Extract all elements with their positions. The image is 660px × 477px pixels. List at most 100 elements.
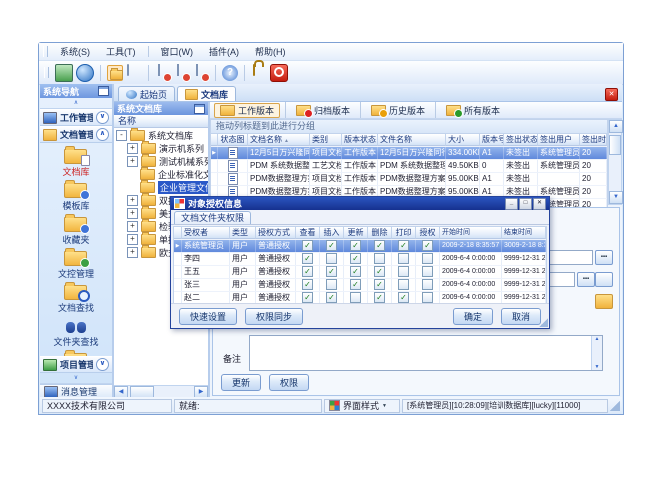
- grant-permission-checkbox[interactable]: ✓: [422, 240, 433, 251]
- nav-scroll-up[interactable]: ∧: [40, 98, 112, 109]
- view-permission-checkbox[interactable]: ✓: [302, 266, 313, 277]
- col-file-name[interactable]: 文件名称: [378, 134, 446, 146]
- col-checkout-time[interactable]: 签出时间: [580, 134, 607, 146]
- permission-button[interactable]: 权限: [269, 374, 309, 391]
- col-version-state[interactable]: 版本状态: [342, 134, 378, 146]
- scroll-down-icon[interactable]: ▼: [609, 191, 623, 204]
- toolbar-grip[interactable]: [44, 67, 49, 78]
- document-row-selected[interactable]: ▶ 12月5日万兴隆同行...项目文档 工作版本12月5日万兴隆同行... 33…: [211, 147, 607, 160]
- help-icon[interactable]: ?: [222, 65, 238, 81]
- view-permission-checkbox[interactable]: ✓: [302, 253, 313, 264]
- expand-icon[interactable]: +: [127, 234, 138, 245]
- document-action-icon-2[interactable]: [174, 65, 190, 81]
- print-permission-checkbox[interactable]: ✓: [398, 292, 409, 303]
- delete-permission-checkbox[interactable]: [374, 253, 385, 264]
- col-grant[interactable]: 授权: [416, 227, 440, 239]
- grant-permission-checkbox[interactable]: [422, 279, 433, 290]
- grant-permission-checkbox[interactable]: [422, 292, 433, 303]
- nav-item-doc-control[interactable]: 文控管理: [58, 249, 94, 280]
- open-folder-icon[interactable]: [107, 65, 123, 81]
- col-delete[interactable]: 删除: [368, 227, 392, 239]
- all-version-button[interactable]: 所有版本: [441, 104, 505, 117]
- ellipsis-button[interactable]: ▪▪▪: [595, 250, 613, 265]
- document-action-icon-1[interactable]: [155, 65, 171, 81]
- textarea-scrollbar[interactable]: ▲ ▼: [591, 336, 602, 370]
- update-button[interactable]: 更新: [221, 374, 261, 391]
- nav-tab-messages[interactable]: 消息管理: [40, 384, 112, 398]
- update-permission-checkbox[interactable]: ✓: [350, 240, 361, 251]
- nav-item-doc-search[interactable]: 文档查找: [58, 283, 94, 314]
- tree-item[interactable]: + 测试机械系列: [114, 155, 208, 168]
- col-version-no[interactable]: 版本号: [480, 134, 504, 146]
- expand-icon[interactable]: +: [127, 156, 138, 167]
- col-checkout-user[interactable]: 签出用户: [538, 134, 580, 146]
- print-permission-checkbox[interactable]: ✓: [398, 240, 409, 251]
- insert-permission-checkbox[interactable]: [326, 253, 337, 264]
- expand-icon[interactable]: +: [127, 247, 138, 258]
- tab-doc-library[interactable]: 文档库: [177, 86, 236, 101]
- ui-style-selector[interactable]: 界面样式 ▼: [324, 399, 400, 413]
- view-permission-checkbox[interactable]: ✓: [302, 240, 313, 251]
- menubar-grip[interactable]: [43, 46, 48, 57]
- col-checkout-state[interactable]: 签出状态: [504, 134, 538, 146]
- card-view-icon[interactable]: [126, 65, 142, 81]
- col-size[interactable]: 大小: [446, 134, 480, 146]
- scroll-up-icon[interactable]: ▲: [609, 120, 623, 133]
- nav-scroll-down[interactable]: ∨: [40, 373, 112, 384]
- history-version-button[interactable]: 历史版本: [366, 104, 430, 117]
- col-status[interactable]: 状态图: [218, 134, 248, 146]
- expand-icon[interactable]: +: [127, 208, 138, 219]
- delete-permission-checkbox[interactable]: ✓: [374, 266, 385, 277]
- print-permission-checkbox[interactable]: [398, 266, 409, 277]
- print-permission-checkbox[interactable]: [398, 279, 409, 290]
- menu-plugins[interactable]: 插件(A): [202, 44, 246, 59]
- globe-icon[interactable]: [76, 64, 94, 82]
- tree-column-header[interactable]: 名称: [114, 115, 208, 128]
- update-permission-checkbox[interactable]: [350, 292, 361, 303]
- delete-permission-checkbox[interactable]: ✓: [374, 240, 385, 251]
- grid-vertical-scrollbar[interactable]: ▲ ▼: [608, 119, 622, 205]
- col-end-time[interactable]: 结束时间: [502, 227, 546, 239]
- lock-icon-button[interactable]: [251, 65, 267, 81]
- cancel-button[interactable]: 取消: [501, 308, 541, 325]
- dialog-resize-grip[interactable]: [539, 318, 548, 327]
- nav-item-template-library[interactable]: 模板库: [62, 181, 89, 212]
- nav-group-documents[interactable]: 文档管理 ∧: [40, 126, 112, 143]
- collapse-icon[interactable]: -: [116, 130, 127, 141]
- col-type[interactable]: 类型: [230, 227, 256, 239]
- tab-folder-permissions[interactable]: 文档文件夹权限: [174, 211, 251, 224]
- insert-permission-checkbox[interactable]: ✓: [326, 292, 337, 303]
- col-grantee[interactable]: 受权者: [182, 227, 230, 239]
- document-row[interactable]: PDM 系统数据整理检...工艺文档 工作版本PDM 系统数据整理... 49.…: [211, 160, 607, 173]
- scroll-down-icon[interactable]: ▼: [592, 364, 602, 370]
- col-update[interactable]: 更新: [344, 227, 368, 239]
- print-permission-checkbox[interactable]: [398, 253, 409, 264]
- insert-permission-checkbox[interactable]: [326, 279, 337, 290]
- window-resize-grip[interactable]: [610, 401, 620, 411]
- chevron-up-icon[interactable]: ∧: [96, 128, 109, 141]
- nav-group-work[interactable]: 工作管理 ∨: [40, 109, 112, 126]
- tree-item[interactable]: 企业标准化文件: [114, 168, 208, 181]
- close-icon[interactable]: ✕: [533, 198, 546, 210]
- tree-item-selected[interactable]: 企业管理文件: [114, 181, 208, 194]
- permission-sync-button[interactable]: 权限同步: [245, 308, 303, 325]
- ellipsis-button[interactable]: ▪▪▪: [577, 272, 595, 287]
- permission-row[interactable]: 张三用户普通授权 ✓ ✓ ✓ 2009-6-4 0:00:009999-12-3…: [174, 279, 546, 292]
- col-grant-mode[interactable]: 授权方式: [256, 227, 296, 239]
- view-permission-checkbox[interactable]: ✓: [302, 292, 313, 303]
- document-row[interactable]: PDM数据整理方案.doc项目文档 工作版本PDM数据整理方案.doc 95.0…: [211, 173, 607, 186]
- nav-collapse-icon[interactable]: [98, 86, 109, 96]
- view-permission-checkbox[interactable]: ✓: [302, 279, 313, 290]
- exit-icon[interactable]: [270, 64, 288, 82]
- dialog-titlebar[interactable]: 对象授权信息 _ □ ✕: [171, 197, 549, 210]
- expand-icon[interactable]: +: [127, 143, 138, 154]
- menu-help[interactable]: 帮助(H): [248, 44, 293, 59]
- col-print[interactable]: 打印: [392, 227, 416, 239]
- scroll-up-icon[interactable]: ▲: [592, 336, 602, 342]
- permission-row-selected[interactable]: ▶ 系统管理员用户普通授权 ✓ ✓ ✓ ✓ ✓ ✓ 2009-2-18 8:35…: [174, 240, 546, 253]
- tree-collapse-icon[interactable]: [194, 104, 205, 114]
- network-computer-icon[interactable]: [55, 64, 73, 82]
- work-version-button[interactable]: 工作版本: [214, 103, 280, 118]
- document-action-icon-3[interactable]: [193, 65, 209, 81]
- permission-row[interactable]: 王五用户普通授权 ✓ ✓ ✓ ✓ 2009-6-4 0:00:009999-12…: [174, 266, 546, 279]
